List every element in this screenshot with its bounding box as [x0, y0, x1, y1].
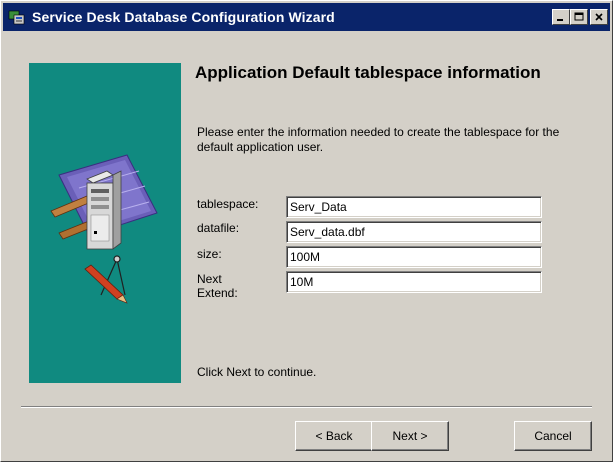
close-button[interactable]: [590, 9, 608, 25]
size-input[interactable]: [286, 246, 542, 268]
maximize-icon: [574, 12, 584, 21]
minimize-icon: [557, 19, 563, 21]
next-button[interactable]: Next >: [371, 421, 449, 451]
back-button[interactable]: < Back: [295, 421, 373, 451]
datafile-label: datafile:: [197, 221, 240, 235]
page-title: Application Default tablespace informati…: [195, 63, 541, 82]
wizard-window: Service Desk Database Configuration Wiza…: [0, 0, 613, 462]
minimize-button[interactable]: [552, 9, 570, 25]
page-description: Please enter the information needed to c…: [197, 125, 560, 154]
wizard-side-panel: [29, 63, 181, 383]
tablespace-label: tablespace:: [197, 197, 259, 211]
maximize-button[interactable]: [570, 9, 588, 25]
wizard-illustration: [50, 154, 158, 304]
tablespace-input[interactable]: [286, 196, 542, 218]
next-extend-input[interactable]: [286, 271, 542, 293]
cancel-button[interactable]: Cancel: [514, 421, 592, 451]
button-separator: [21, 406, 592, 408]
continue-hint: Click Next to continue.: [197, 365, 317, 379]
datafile-input[interactable]: [286, 221, 542, 243]
size-label: size:: [197, 247, 222, 261]
next-extend-label: Next Extend:: [197, 272, 238, 300]
title-bar[interactable]: Service Desk Database Configuration Wiza…: [3, 3, 610, 31]
database-app-icon: [8, 8, 26, 26]
close-icon: [595, 13, 603, 21]
window-title: Service Desk Database Configuration Wiza…: [32, 9, 335, 25]
